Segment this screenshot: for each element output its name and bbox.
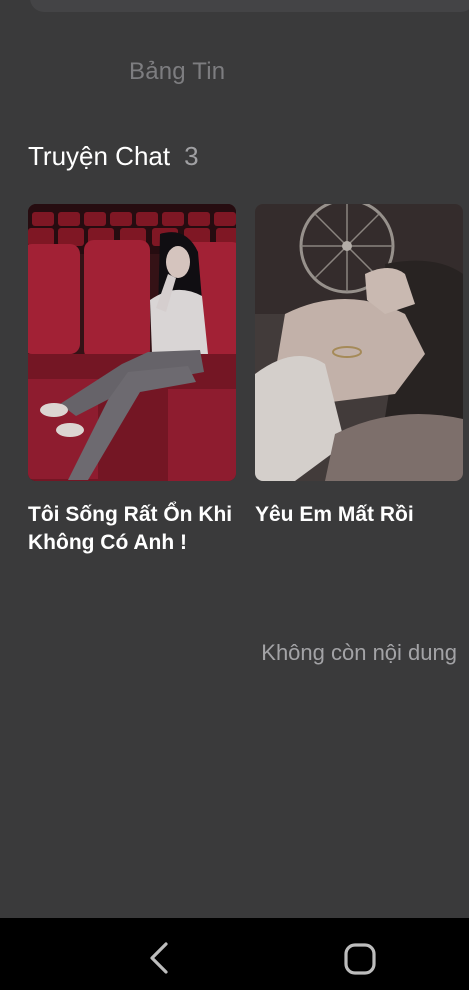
story-list: Tôi Sống Rất Ổn Khi Không Có Anh ! Yêu E… [28,204,463,557]
home-rounded-square-icon[interactable] [343,942,377,976]
story-title[interactable]: Tôi Sống Rất Ổn Khi Không Có Anh ! [28,501,236,557]
story-thumbnail[interactable] [28,204,236,481]
story-card[interactable]: Yêu Em Mất Rồi [255,204,463,557]
search-bar-edge[interactable] [30,0,469,12]
system-navigation-bar [0,918,469,990]
story-card[interactable]: Tôi Sống Rất Ổn Khi Không Có Anh ! [28,204,236,557]
back-chevron-icon[interactable] [146,940,174,976]
section-count: 3 [184,141,199,171]
story-thumbnail[interactable] [255,204,463,481]
section-header: Truyện Chat 3 [28,141,199,172]
tab-feed[interactable]: Bảng Tin [129,58,225,86]
no-more-content-label: Không còn nội dung [261,640,457,665]
section-title: Truyện Chat [28,141,171,171]
story-title[interactable]: Yêu Em Mất Rồi [255,501,463,529]
